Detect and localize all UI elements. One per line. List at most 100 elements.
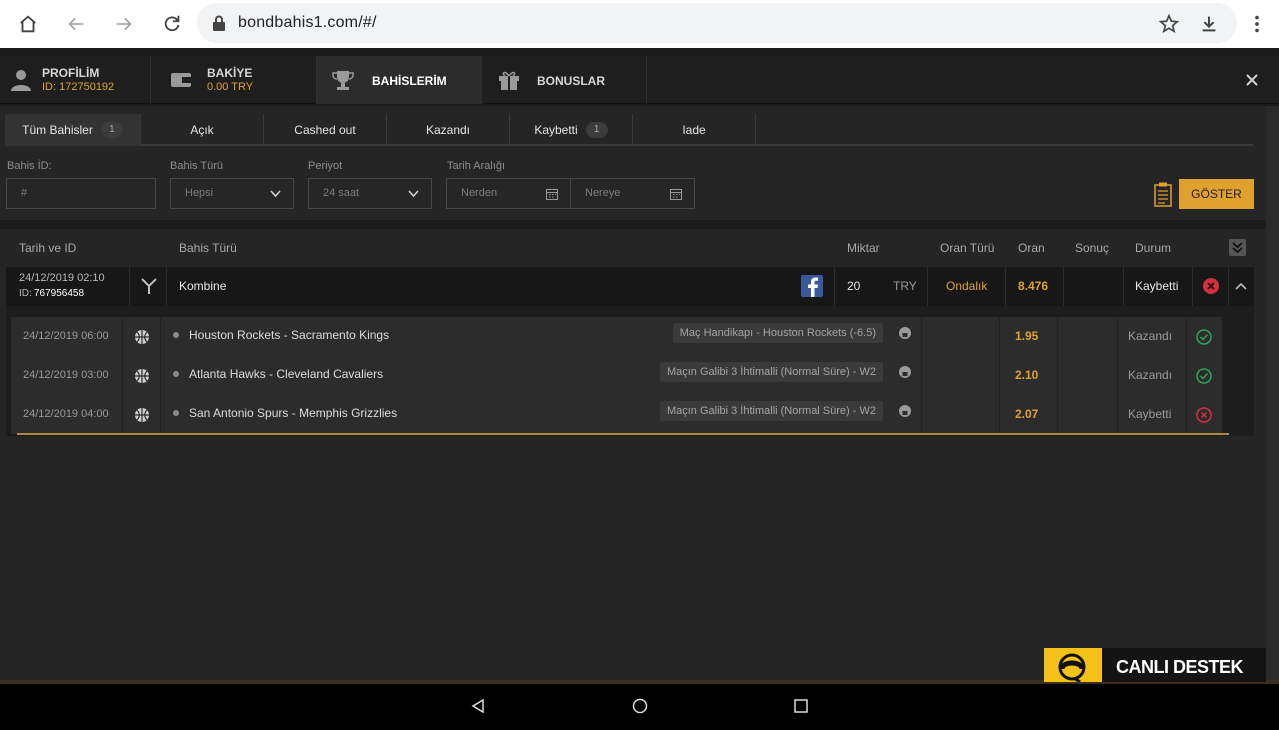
count-badge: 1	[100, 122, 123, 138]
bet-type-label: Bahis Türü	[170, 160, 223, 172]
count-badge: 1	[585, 122, 608, 138]
selection-date: 24/12/2019 06:00	[23, 330, 109, 342]
url-text: bondbahis1.com/#/	[238, 14, 377, 31]
divider	[999, 317, 1000, 356]
live-support-button[interactable]: CANLI DESTEK	[1044, 648, 1266, 684]
chevron-down-icon	[408, 190, 419, 198]
tab-lost[interactable]: Kaybetti 1	[510, 114, 633, 146]
selection-underline	[17, 433, 1229, 435]
facebook-share-icon[interactable]	[801, 275, 823, 297]
divider	[921, 317, 922, 356]
back-icon[interactable]	[62, 10, 90, 38]
home-circle-icon[interactable]	[632, 698, 648, 714]
divider	[1117, 317, 1118, 356]
bet-currency: TRY	[893, 279, 917, 293]
table-row[interactable]: 24/12/2019 02:10 ID: 767956458 Kombine 2…	[6, 267, 1254, 306]
selection-odds: 2.07	[1015, 407, 1039, 421]
lost-status-icon	[1196, 407, 1212, 423]
header-bet-type: Bahis Türü	[179, 241, 237, 255]
divider	[921, 356, 922, 395]
scrollbar[interactable]	[1266, 106, 1279, 680]
tab-cashed-out[interactable]: Cashed out	[264, 114, 387, 146]
tab-bonuses[interactable]: BONUSLAR	[482, 56, 647, 104]
divider	[160, 356, 161, 395]
bets-panel: Tüm Bahisler 1 Açık Cashed out Kazandı Ka…	[0, 106, 1266, 680]
profile-id: ID: 172750192	[42, 81, 115, 93]
divider	[1057, 317, 1058, 356]
bet-id-prefix: ID:	[19, 288, 32, 299]
tab-won[interactable]: Kazandı	[387, 114, 510, 146]
divider	[999, 395, 1000, 434]
back-triangle-icon[interactable]	[470, 698, 486, 714]
recents-square-icon[interactable]	[794, 699, 808, 713]
info-icon[interactable]	[899, 405, 911, 417]
header-date-id: Tarih ve ID	[19, 241, 77, 255]
tab-refund[interactable]: Iade	[633, 114, 756, 146]
bonus-title: BONUSLAR	[537, 74, 605, 88]
list-item[interactable]: 24/12/2019 03:00 Atlanta Hawks - Clevela…	[11, 356, 1222, 395]
bet-type-select[interactable]: Hepsi	[170, 178, 294, 209]
selection-market: Maçın Galibi 3 İhtimalli (Normal Süre) -…	[659, 362, 883, 382]
bet-date: 24/12/2019 02:10	[19, 272, 105, 284]
divider	[166, 267, 167, 306]
selection-match: Houston Rockets - Sacramento Kings	[189, 328, 390, 342]
headset-glyph	[1058, 653, 1086, 684]
combo-icon	[141, 278, 157, 294]
bullet-icon	[173, 371, 179, 377]
divider	[1186, 395, 1187, 434]
download-icon[interactable]	[1195, 10, 1223, 38]
bet-id: 767956458	[34, 288, 85, 299]
info-icon[interactable]	[899, 366, 911, 378]
list-item[interactable]: 24/12/2019 04:00 San Antonio Spurs - Mem…	[11, 395, 1222, 434]
divider	[160, 395, 161, 434]
tab-lost-label: Kaybetti	[534, 123, 578, 137]
star-icon[interactable]	[1155, 10, 1183, 38]
headset-icon	[1044, 648, 1102, 684]
gift-icon	[499, 71, 519, 90]
tab-all-bets[interactable]: Tüm Bahisler 1	[5, 114, 141, 146]
tab-open[interactable]: Açık	[141, 114, 264, 146]
address-bar[interactable]: bondbahis1.com/#/	[197, 3, 1237, 43]
tab-won-label: Kazandı	[425, 123, 471, 137]
bet-date-id-cell: 24/12/2019 02:10 ID: 767956458	[6, 267, 129, 306]
tab-profile[interactable]: PROFİLİM ID: 172750192	[0, 56, 151, 104]
selection-market: Maçın Galibi 3 İhtimalli (Normal Süre) -…	[659, 401, 883, 421]
bet-type-value: Hepsi	[185, 187, 214, 199]
chevron-up-icon[interactable]	[1235, 281, 1247, 291]
double-chevron-down-icon	[1232, 242, 1243, 254]
header-amount: Miktar	[847, 241, 880, 255]
expand-all-toggle[interactable]	[1229, 239, 1246, 256]
balance-value: 0.00 TRY	[207, 81, 254, 93]
menu-dots-icon[interactable]	[1243, 10, 1271, 38]
selection-odds: 2.10	[1015, 368, 1039, 382]
facebook-f-glyph	[808, 277, 818, 297]
bet-type: Kombine	[179, 279, 227, 293]
period-select[interactable]: 24 saat	[308, 178, 432, 209]
divider	[1123, 267, 1124, 306]
balance-title: BAKİYE	[207, 66, 253, 80]
home-icon[interactable]	[14, 10, 42, 38]
divider	[1057, 356, 1058, 395]
tab-my-bets[interactable]: BAHİSLERİM	[317, 56, 482, 104]
close-icon[interactable]	[1245, 73, 1259, 87]
divider	[129, 267, 130, 306]
won-status-icon	[1196, 368, 1212, 384]
divider	[122, 356, 123, 395]
show-button[interactable]: GÖSTER	[1179, 179, 1254, 209]
tab-balance[interactable]: BAKİYE 0.00 TRY	[151, 56, 317, 104]
live-support-label: CANLI DESTEK	[1116, 657, 1244, 677]
won-status-icon	[1196, 329, 1212, 345]
date-to-placeholder: Nereye	[585, 187, 621, 199]
list-item[interactable]: 24/12/2019 06:00 Houston Rockets - Sacra…	[11, 317, 1222, 356]
bet-id-input[interactable]: #	[6, 178, 156, 209]
forward-icon[interactable]	[110, 10, 138, 38]
clipboard-icon[interactable]	[1153, 181, 1173, 207]
date-from-input[interactable]: Nerden	[446, 178, 571, 209]
trophy-icon	[332, 71, 354, 90]
reload-icon[interactable]	[158, 10, 186, 38]
info-icon[interactable]	[899, 327, 911, 339]
date-to-input[interactable]: Nereye	[570, 178, 695, 209]
calendar-icon	[670, 189, 682, 200]
divider	[122, 395, 123, 434]
selection-match: San Antonio Spurs - Memphis Grizzlies	[189, 406, 398, 420]
